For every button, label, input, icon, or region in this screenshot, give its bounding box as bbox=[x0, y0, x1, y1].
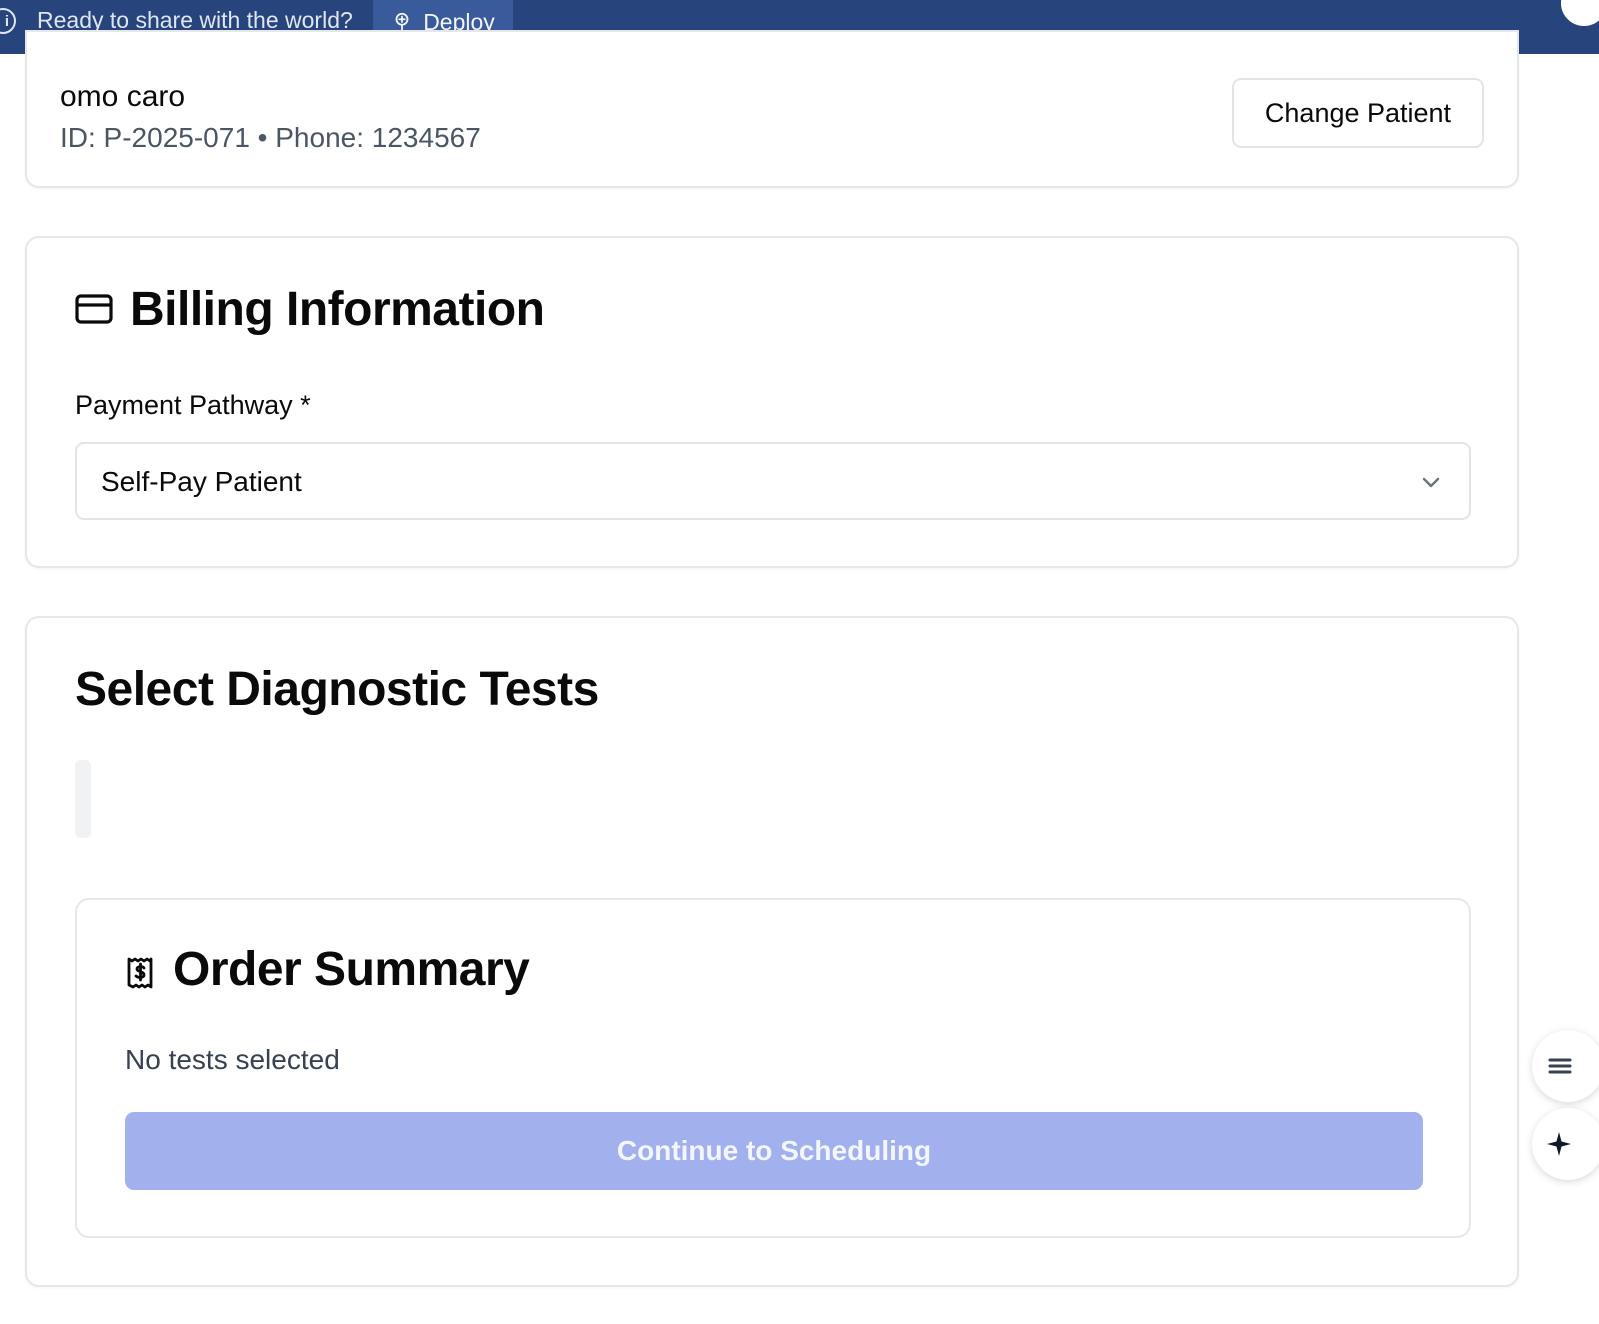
credit-card-icon bbox=[75, 294, 113, 324]
billing-title: Billing Information bbox=[130, 283, 545, 336]
info-icon: i bbox=[0, 8, 16, 34]
payment-pathway-label: Payment Pathway * bbox=[75, 390, 311, 420]
sparkle-icon bbox=[1547, 1132, 1571, 1156]
avatar[interactable] bbox=[1559, 0, 1599, 28]
payment-pathway-select[interactable]: Self-Pay Patient bbox=[75, 442, 1471, 520]
tests-title: Select Diagnostic Tests bbox=[75, 663, 599, 716]
patient-name: omo caro bbox=[60, 80, 186, 113]
order-summary-title: Order Summary bbox=[173, 943, 530, 996]
billing-card: Billing Information Payment Pathway * Se… bbox=[25, 236, 1519, 568]
order-summary-card: Order Summary No tests selected Continue… bbox=[75, 898, 1471, 1238]
receipt-dollar-icon bbox=[127, 957, 153, 989]
banner-message: Ready to share with the world? bbox=[37, 7, 353, 33]
continue-to-scheduling-button[interactable]: Continue to Scheduling bbox=[125, 1112, 1423, 1190]
loading-skeleton bbox=[75, 760, 91, 838]
no-tests-message: No tests selected bbox=[125, 1044, 340, 1075]
floating-list-button[interactable] bbox=[1532, 1030, 1599, 1102]
payment-pathway-value: Self-Pay Patient bbox=[101, 466, 302, 497]
change-patient-button[interactable]: Change Patient bbox=[1232, 78, 1484, 148]
list-icon bbox=[1548, 1058, 1572, 1074]
patient-card: omo caro ID: P-2025-071 • Phone: 1234567… bbox=[25, 30, 1519, 188]
diagnostic-tests-card: Select Diagnostic Tests Order Summary No… bbox=[25, 616, 1519, 1287]
floating-ai-button[interactable] bbox=[1532, 1108, 1599, 1180]
patient-meta: ID: P-2025-071 • Phone: 1234567 bbox=[60, 122, 481, 153]
chevron-down-icon bbox=[1422, 477, 1440, 488]
